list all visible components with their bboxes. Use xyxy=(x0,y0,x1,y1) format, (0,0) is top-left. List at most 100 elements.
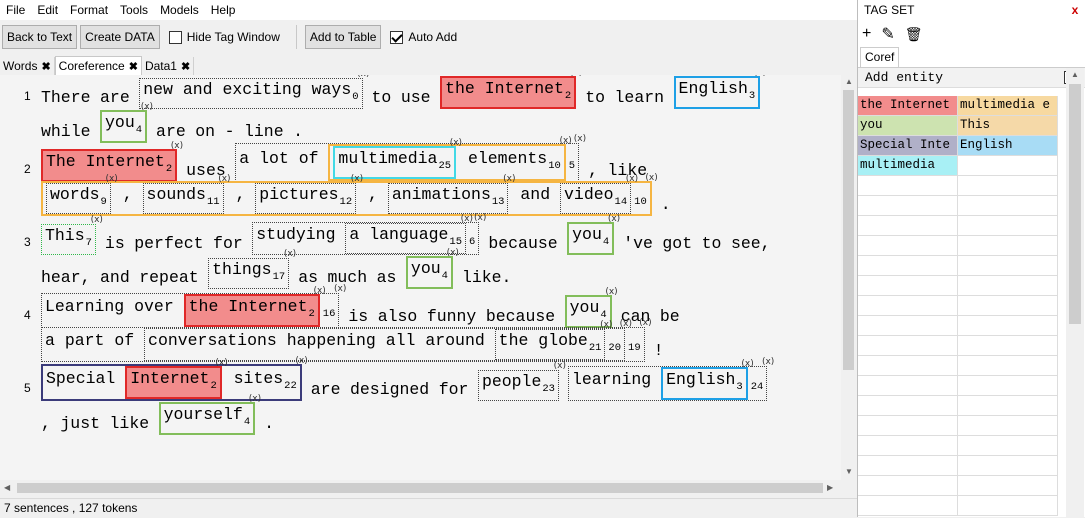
entity-cell[interactable] xyxy=(958,216,1058,236)
entity-cell[interactable]: This xyxy=(958,116,1058,136)
mention[interactable]: animations13 (x) xyxy=(387,174,515,214)
remove-mention-icon[interactable]: (x) xyxy=(570,75,582,78)
entity-cell[interactable] xyxy=(958,176,1058,196)
mention[interactable]: Internet2 (x) xyxy=(125,358,228,399)
tab-coreference[interactable]: Coreference ✖ xyxy=(54,56,142,75)
remove-mention-icon[interactable]: (x) xyxy=(574,134,586,144)
token[interactable]: . xyxy=(293,121,303,143)
remove-mention-icon[interactable]: (x) xyxy=(334,284,346,294)
editor-vertical-scrollbar[interactable]: ▲ ▼ xyxy=(841,75,857,496)
token[interactable]: , xyxy=(41,413,51,435)
token[interactable]: . xyxy=(661,194,671,216)
remove-mention-icon[interactable]: (x) xyxy=(645,173,657,183)
token[interactable]: is xyxy=(348,306,368,328)
remove-mention-icon[interactable]: (x) xyxy=(620,319,632,329)
entity-cell[interactable] xyxy=(858,216,958,236)
token[interactable]: to xyxy=(372,87,392,109)
close-icon[interactable]: ✖ xyxy=(129,60,138,73)
hide-tag-window-box[interactable] xyxy=(168,30,182,44)
panel-vertical-scrollbar[interactable]: ▲ xyxy=(1066,68,1084,517)
auto-add-checkbox[interactable]: Auto Add xyxy=(390,30,457,44)
entity-cell[interactable] xyxy=(958,436,1058,456)
mention[interactable]: things17 (x) xyxy=(208,249,296,289)
token[interactable]: learn xyxy=(615,87,665,109)
entity-cell[interactable] xyxy=(858,476,958,496)
entity-cell[interactable] xyxy=(858,376,958,396)
menu-file[interactable]: File xyxy=(0,0,31,20)
entity-cell[interactable] xyxy=(858,336,958,356)
token[interactable]: because xyxy=(488,233,557,255)
entity-cell[interactable] xyxy=(958,196,1058,216)
entity-cell[interactable] xyxy=(958,476,1058,496)
token[interactable]: are xyxy=(100,87,130,109)
token[interactable]: just xyxy=(60,413,100,435)
token[interactable]: There xyxy=(41,87,91,109)
entity-cell[interactable] xyxy=(858,276,958,296)
mention[interactable]: conversations happening all around the g… xyxy=(144,319,632,361)
entity-cell[interactable] xyxy=(958,276,1058,296)
remove-mention-icon[interactable]: (x) xyxy=(559,136,571,146)
token[interactable]: use xyxy=(401,87,431,109)
token[interactable]: see, xyxy=(731,233,771,255)
entity-cell[interactable]: the Internet xyxy=(858,96,958,116)
scrollbar-thumb[interactable] xyxy=(843,90,854,370)
entity-cell[interactable] xyxy=(958,396,1058,416)
remove-mention-icon[interactable]: (x) xyxy=(313,286,325,296)
scroll-down-icon[interactable]: ▼ xyxy=(845,467,853,476)
entity-cell[interactable] xyxy=(958,156,1058,176)
mention[interactable]: yourself4 (x) xyxy=(158,394,261,435)
remove-mention-icon[interactable]: (x) xyxy=(608,214,620,224)
scroll-up-icon[interactable]: ▲ xyxy=(1071,70,1079,79)
close-icon[interactable]: ✖ xyxy=(41,60,50,73)
mention[interactable]: pictures12 (x) xyxy=(255,174,363,214)
token[interactable]: also xyxy=(378,306,418,328)
token[interactable]: . xyxy=(264,413,274,435)
entity-cell[interactable] xyxy=(858,496,958,516)
token[interactable]: like xyxy=(110,413,150,435)
token[interactable]: perfect xyxy=(134,233,203,255)
entity-cell[interactable] xyxy=(858,436,958,456)
editor-horizontal-scrollbar[interactable]: ◀ ▶ xyxy=(0,480,841,496)
entity-cell[interactable] xyxy=(858,416,958,436)
auto-add-box[interactable] xyxy=(390,30,404,44)
token[interactable]: , xyxy=(588,160,598,182)
entity-cell[interactable] xyxy=(958,336,1058,356)
mention[interactable]: words9 (x) xyxy=(46,174,118,214)
entity-cell[interactable] xyxy=(958,236,1058,256)
scrollbar-thumb[interactable] xyxy=(17,483,823,493)
back-to-text-button[interactable]: Back to Text xyxy=(2,25,78,49)
remove-mention-icon[interactable]: (x) xyxy=(351,174,363,184)
remove-mention-icon[interactable]: (x) xyxy=(295,356,307,366)
remove-mention-icon[interactable]: (x) xyxy=(215,358,227,368)
mention[interactable]: you4 (x) xyxy=(567,214,620,255)
mention[interactable]: Learning over the Internet2 (x) 16 (x) xyxy=(41,284,346,328)
entity-cell[interactable] xyxy=(858,316,958,336)
token[interactable]: hear, xyxy=(41,267,91,289)
hide-tag-window-checkbox[interactable]: Hide Tag Window xyxy=(168,30,280,44)
token[interactable]: 've xyxy=(623,233,653,255)
remove-mention-icon[interactable]: (x) xyxy=(461,214,473,224)
remove-mention-icon[interactable]: (x) xyxy=(141,102,153,112)
remove-mention-icon[interactable]: (x) xyxy=(284,249,296,259)
entity-cell[interactable]: English xyxy=(958,136,1058,156)
token[interactable]: like. xyxy=(462,267,512,289)
entity-cell[interactable] xyxy=(858,356,958,376)
tab-words[interactable]: Words ✖ xyxy=(0,57,55,75)
token[interactable]: and xyxy=(100,267,130,289)
entity-cell[interactable] xyxy=(958,496,1058,516)
token[interactable]: repeat xyxy=(139,267,198,289)
token[interactable]: is xyxy=(105,233,125,255)
menu-edit[interactable]: Edit xyxy=(31,0,64,20)
entity-cell[interactable] xyxy=(958,456,1058,476)
tab-coref[interactable]: Coref xyxy=(860,47,900,67)
pen-icon[interactable]: ✎ xyxy=(881,24,894,44)
mention[interactable]: you4 (x) xyxy=(100,102,153,143)
mention[interactable]: sounds11 (x) xyxy=(142,174,231,214)
token[interactable]: are xyxy=(156,121,186,143)
token[interactable]: for xyxy=(439,379,469,401)
remove-mention-icon[interactable]: (x) xyxy=(249,394,261,404)
mention[interactable]: This7 (x) xyxy=(41,215,103,255)
remove-mention-icon[interactable]: (x) xyxy=(762,357,774,367)
menu-models[interactable]: Models xyxy=(154,0,205,20)
token[interactable]: to xyxy=(585,87,605,109)
